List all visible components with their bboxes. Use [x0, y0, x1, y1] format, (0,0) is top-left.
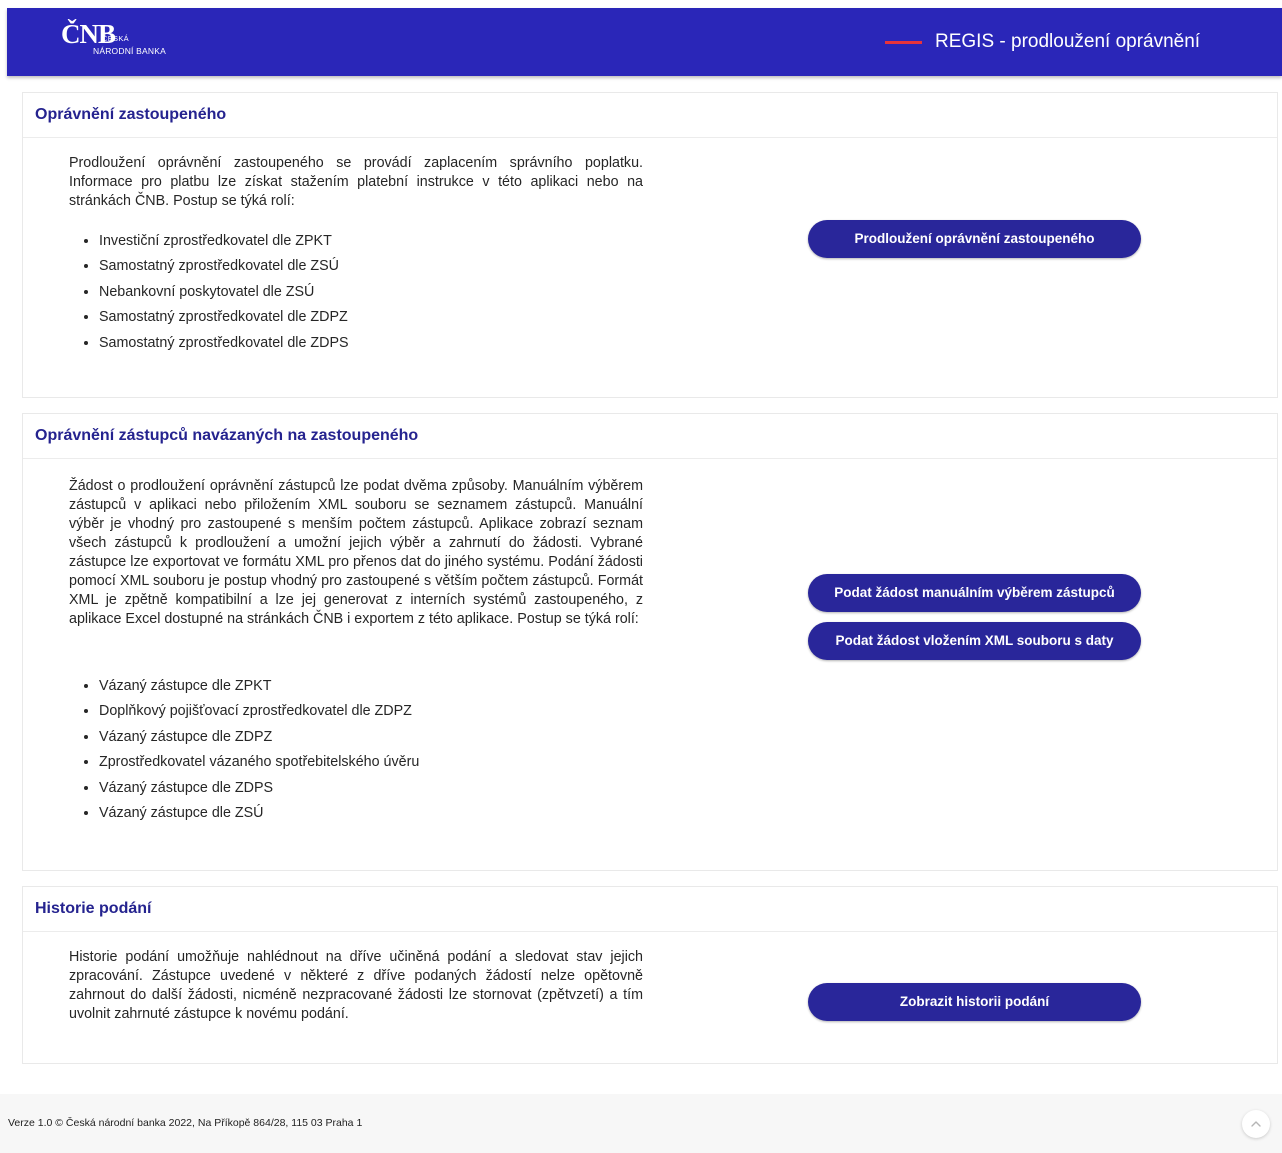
- list-item: Vázaný zástupce dle ZPKT: [99, 674, 419, 699]
- list-item: Vázaný zástupce dle ZSÚ: [99, 801, 419, 826]
- manual-selection-button[interactable]: Podat žádost manuálním výběrem zástupců: [808, 574, 1141, 612]
- list-item: Zprostředkovatel vázaného spotřebitelské…: [99, 750, 419, 775]
- app-title: REGIS - prodloužení oprávnění: [935, 31, 1201, 52]
- list-item: Samostatný zprostředkovatel dle ZSÚ: [99, 254, 349, 279]
- list-item: Vázaný zástupce dle ZDPS: [99, 776, 419, 801]
- section-description: Prodloužení oprávnění zastoupeného se pr…: [69, 155, 643, 209]
- logo-subtitle-line2: NÁRODNÍ BANKA: [93, 46, 166, 56]
- list-item: Nebankovní poskytovatel dle ZSÚ: [99, 280, 349, 305]
- section-agents-authorization: Oprávnění zástupců navázaných na zastoup…: [22, 413, 1278, 871]
- list-item: Samostatný zprostředkovatel dle ZDPS: [99, 331, 349, 356]
- section-title: Historie podání: [35, 900, 152, 917]
- cnb-logo[interactable]: ČNB ČESKÁ NÁRODNÍ BANKA: [61, 19, 166, 63]
- section-divider: [23, 458, 1277, 459]
- chevron-up-icon: [1251, 1121, 1261, 1127]
- list-item: Investiční zprostředkovatel dle ZPKT: [99, 229, 349, 254]
- section-description: Historie podání umožňuje nahlédnout na d…: [69, 949, 643, 1022]
- section-description: Žádost o prodloužení oprávnění zástupců …: [69, 478, 643, 627]
- section-divider: [23, 931, 1277, 932]
- roles-list: Vázaný zástupce dle ZPKT Doplňkový pojiš…: [77, 674, 419, 826]
- footer-copyright: Verze 1.0 © Česká národní banka 2022, Na…: [8, 1117, 363, 1129]
- section-title: Oprávnění zástupců navázaných na zastoup…: [35, 427, 419, 444]
- xml-upload-button[interactable]: Podat žádost vložením XML souboru s daty: [808, 622, 1141, 660]
- show-history-button[interactable]: Zobrazit historii podání: [808, 983, 1141, 1021]
- list-item: Doplňkový pojišťovací zprostředkovatel d…: [99, 699, 419, 724]
- list-item: Vázaný zástupce dle ZDPZ: [99, 725, 419, 750]
- section-representative-authorization: Oprávnění zastoupeného Prodloužení opráv…: [22, 92, 1278, 398]
- extend-representative-button[interactable]: Prodloužení oprávnění zastoupeného: [808, 220, 1141, 258]
- footer: Verze 1.0 © Česká národní banka 2022, Na…: [0, 1094, 1282, 1153]
- roles-list: Investiční zprostředkovatel dle ZPKT Sam…: [77, 229, 349, 356]
- section-title: Oprávnění zastoupeného: [35, 106, 227, 123]
- app-header: ČNB ČESKÁ NÁRODNÍ BANKA REGIS - prodlouž…: [7, 8, 1282, 76]
- header-accent-line: [885, 41, 922, 44]
- logo-subtitle-line1: ČESKÁ: [102, 34, 129, 43]
- section-divider: [23, 137, 1277, 138]
- scroll-top-button[interactable]: [1242, 1110, 1270, 1138]
- section-submission-history: Historie podání Historie podání umožňuje…: [22, 886, 1278, 1064]
- list-item: Samostatný zprostředkovatel dle ZDPZ: [99, 305, 349, 330]
